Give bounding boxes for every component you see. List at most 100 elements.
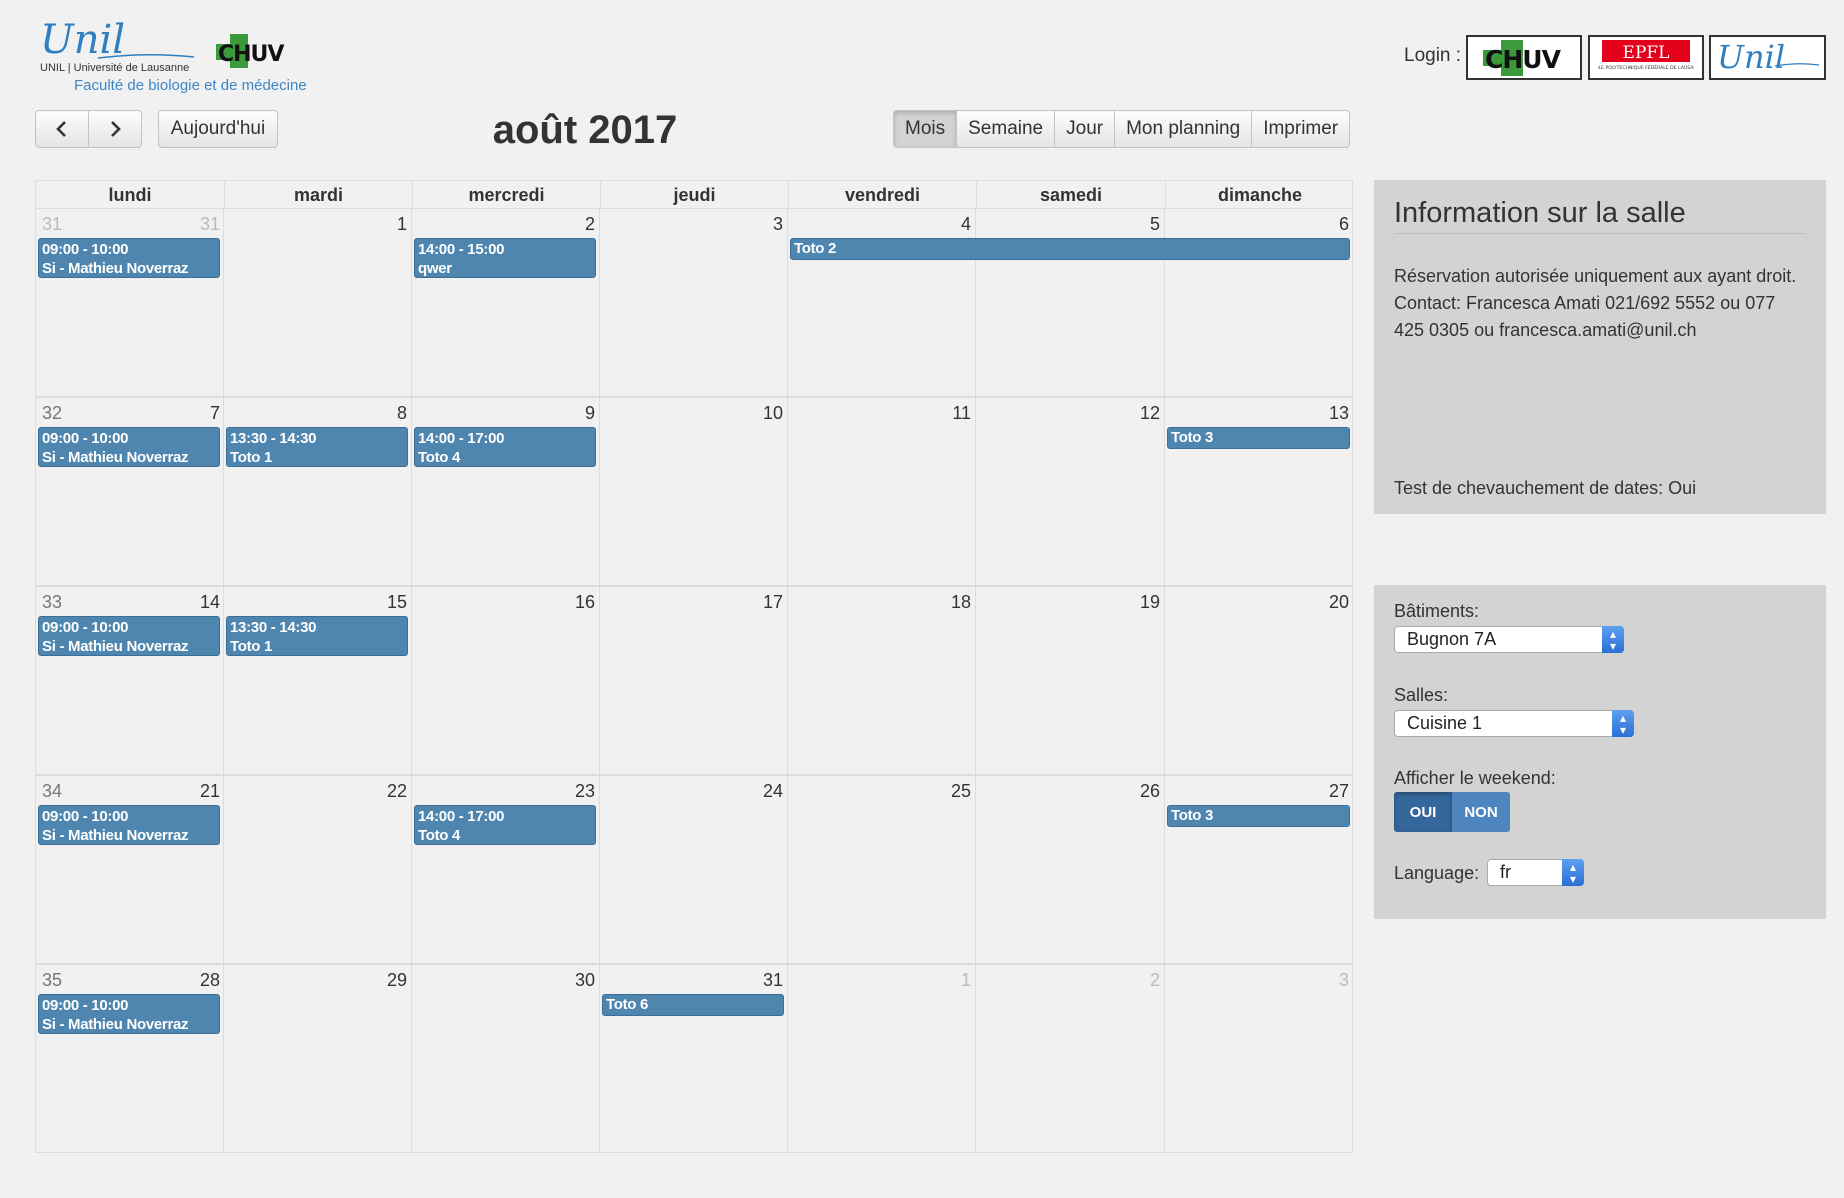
day-cell[interactable]: 26 <box>975 776 1164 963</box>
room-info-access: Réservation autorisée uniquement aux aya… <box>1394 266 1797 286</box>
weekday-header-cell: samedi <box>976 181 1165 208</box>
day-number[interactable]: 2 <box>1150 970 1160 991</box>
calendar-event[interactable]: 09:00 - 10:00 Si - Mathieu Noverraz <box>38 238 220 278</box>
day-number[interactable]: 14 <box>200 592 220 613</box>
chevron-right-icon <box>111 121 121 137</box>
event-title: Toto 3 <box>1171 429 1214 446</box>
day-number[interactable]: 23 <box>575 781 595 802</box>
calendar-event[interactable]: Toto 6 <box>602 994 784 1016</box>
day-cell[interactable]: 1 <box>787 965 975 1152</box>
unil-logo-icon: Unil <box>1717 38 1819 76</box>
day-number[interactable]: 13 <box>1329 403 1349 424</box>
calendar-event[interactable]: 14:00 - 17:00 Toto 4 <box>414 427 596 467</box>
calendar-event[interactable]: Toto 2 <box>790 238 1350 260</box>
day-number[interactable]: 3 <box>773 214 783 235</box>
calendar-event[interactable]: 13:30 - 14:30 Toto 1 <box>226 427 408 467</box>
calendar-event[interactable]: 09:00 - 10:00 Si - Mathieu Noverraz <box>38 616 220 656</box>
prev-month-button[interactable] <box>35 110 89 148</box>
day-number[interactable]: 27 <box>1329 781 1349 802</box>
day-number[interactable]: 31 <box>763 970 783 991</box>
day-number[interactable]: 12 <box>1140 403 1160 424</box>
day-cell[interactable]: 30 <box>411 965 599 1152</box>
week-number: 31 <box>42 214 63 234</box>
calendar-event[interactable]: Toto 3 <box>1167 427 1350 449</box>
weekend-no-button[interactable]: NON <box>1452 792 1510 832</box>
calendar-event[interactable]: 09:00 - 10:00 Si - Mathieu Noverraz <box>38 427 220 467</box>
day-number[interactable]: 6 <box>1339 214 1349 235</box>
view-day-button[interactable]: Jour <box>1055 110 1116 148</box>
day-number[interactable]: 1 <box>961 970 971 991</box>
day-number[interactable]: 10 <box>763 403 783 424</box>
day-number[interactable]: 18 <box>951 592 971 613</box>
print-button[interactable]: Imprimer <box>1252 110 1351 148</box>
day-number[interactable]: 25 <box>951 781 971 802</box>
my-planning-button[interactable]: Mon planning <box>1115 110 1253 148</box>
day-cell[interactable]: 18 <box>787 587 975 774</box>
day-cell[interactable]: 3 <box>1164 965 1353 1152</box>
room-info-overlap: Test de chevauchement de dates: Oui <box>1394 478 1697 498</box>
chuv-logo-icon: CHUV <box>1483 39 1563 76</box>
view-month-button[interactable]: Mois <box>893 110 958 148</box>
day-number[interactable]: 30 <box>575 970 595 991</box>
rooms-select[interactable]: Cuisine 1 ▴ ▾ <box>1394 710 1634 737</box>
calendar-event[interactable]: 14:00 - 17:00 Toto 4 <box>414 805 596 845</box>
calendar-event[interactable]: 13:30 - 14:30 Toto 1 <box>226 616 408 656</box>
day-number[interactable]: 4 <box>961 214 971 235</box>
day-cell[interactable]: 25 <box>787 776 975 963</box>
login-chuv-button[interactable]: CHUV <box>1466 35 1582 80</box>
weekday-header: lundi mardi mercredi jeudi vendredi samedi dim… <box>35 180 1353 208</box>
day-cell[interactable]: 17 <box>599 587 787 774</box>
day-number[interactable]: 3 <box>1339 970 1349 991</box>
day-number[interactable]: 16 <box>575 592 595 613</box>
day-number[interactable]: 24 <box>763 781 783 802</box>
day-number[interactable]: 5 <box>1150 214 1160 235</box>
calendar-event[interactable]: 09:00 - 10:00 Si - Mathieu Noverraz <box>38 994 220 1034</box>
day-cell[interactable]: 3 <box>599 209 787 396</box>
day-cell[interactable]: 22 <box>223 776 411 963</box>
day-cell[interactable]: 2 <box>975 965 1164 1152</box>
day-cell[interactable]: 29 <box>223 965 411 1152</box>
login-unil-button[interactable]: Unil <box>1709 35 1826 80</box>
next-month-button[interactable] <box>88 110 142 148</box>
event-time: 14:00 - 17:00 <box>418 430 505 447</box>
day-number[interactable]: 9 <box>585 403 595 424</box>
day-cell[interactable]: 20 <box>1164 587 1353 774</box>
day-number[interactable]: 15 <box>387 592 407 613</box>
day-number[interactable]: 21 <box>200 781 220 802</box>
day-number[interactable]: 28 <box>200 970 220 991</box>
day-cell[interactable]: 10 <box>599 398 787 585</box>
weekday-header-cell: dimanche <box>1165 181 1354 208</box>
day-number[interactable]: 26 <box>1140 781 1160 802</box>
day-number[interactable]: 8 <box>397 403 407 424</box>
day-cell[interactable]: 11 <box>787 398 975 585</box>
day-cell[interactable]: 1 <box>223 209 411 396</box>
day-number[interactable]: 17 <box>763 592 783 613</box>
calendar-event[interactable]: 09:00 - 10:00 Si - Mathieu Noverraz <box>38 805 220 845</box>
buildings-select[interactable]: Bugnon 7A ▴ ▾ <box>1394 626 1624 653</box>
weekday-header-cell: lundi <box>108 185 152 205</box>
day-number[interactable]: 1 <box>397 214 407 235</box>
day-number[interactable]: 31 <box>200 214 220 235</box>
buildings-select-value: Bugnon 7A <box>1407 629 1497 649</box>
select-arrows-icon: ▴ ▾ <box>1562 859 1584 886</box>
today-button[interactable]: Aujourd'hui <box>158 110 278 148</box>
day-cell[interactable]: 16 <box>411 587 599 774</box>
calendar-event[interactable]: Toto 3 <box>1167 805 1350 827</box>
day-number[interactable]: 22 <box>387 781 407 802</box>
day-number[interactable]: 2 <box>585 214 595 235</box>
event-time: 13:30 - 14:30 <box>230 619 317 636</box>
day-cell[interactable]: 24 <box>599 776 787 963</box>
calendar-event[interactable]: 14:00 - 15:00 qwer <box>414 238 596 278</box>
day-number[interactable]: 19 <box>1140 592 1160 613</box>
day-number[interactable]: 29 <box>387 970 407 991</box>
day-number[interactable]: 7 <box>210 403 220 424</box>
day-number[interactable]: 20 <box>1329 592 1349 613</box>
language-select[interactable]: fr ▴ ▾ <box>1487 859 1584 886</box>
view-week-button[interactable]: Semaine <box>957 110 1056 148</box>
day-cell[interactable]: 19 <box>975 587 1164 774</box>
weekend-yes-button[interactable]: OUI <box>1394 792 1452 832</box>
day-cell[interactable]: 12 <box>975 398 1164 585</box>
weekday-header-cell: vendredi <box>788 181 976 208</box>
day-number[interactable]: 11 <box>952 403 971 424</box>
login-epfl-button[interactable]: EPFL ÉCOLE POLYTECHNIQUE FÉDÉRALE DE LAU… <box>1588 35 1704 80</box>
